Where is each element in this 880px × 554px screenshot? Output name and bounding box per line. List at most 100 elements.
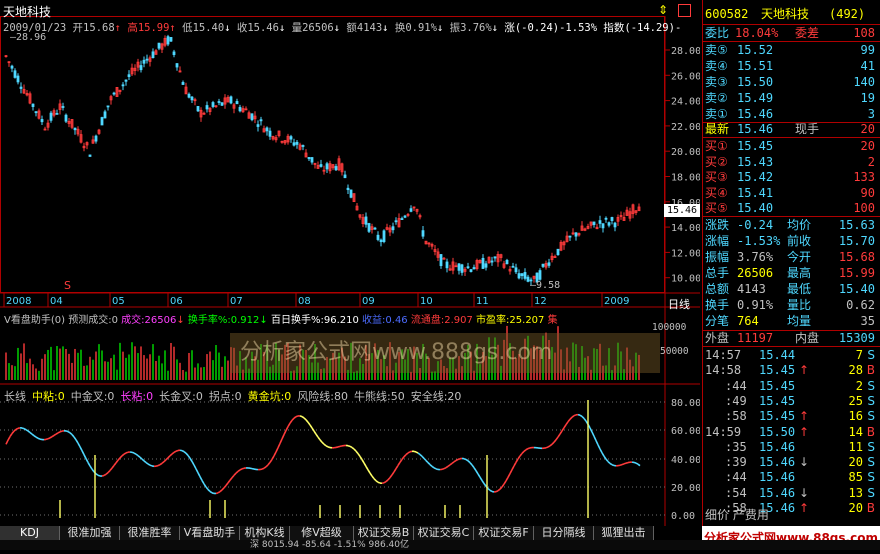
vol-axis-top: 100000	[652, 322, 686, 333]
indicator-line-segment	[108, 471, 110, 473]
candle-body	[374, 228, 376, 229]
outer-value: 11197	[737, 330, 773, 346]
indicator-line-segment	[68, 432, 70, 433]
candle-body	[422, 231, 424, 237]
indicator-line-segment	[384, 482, 386, 483]
indicator-tab[interactable]: 修V超级MACD	[290, 526, 354, 540]
indicator-line-segment	[110, 468, 112, 470]
outer-inner-row: 外盘 11197 内盘 15309	[703, 330, 879, 346]
indicator-line-segment	[220, 490, 222, 492]
candle-body	[20, 87, 22, 88]
sell-signal-marker: S	[64, 279, 71, 292]
last-value: 15.46	[737, 121, 773, 137]
indicator-line-segment	[352, 447, 354, 449]
indicator-legend-item: 长金叉:0	[159, 390, 203, 403]
indicator-tab[interactable]: 权证交易B	[354, 526, 414, 540]
indicator-line-segment	[414, 451, 416, 452]
indicator-axis-label: 80.00	[671, 398, 700, 409]
tick-volume: 7	[856, 347, 863, 363]
kline-chart-area[interactable]: 28.0026.0024.0022.0020.0018.0016.0014.00…	[0, 0, 700, 526]
indicator-line-segment	[122, 454, 124, 456]
quote-footer: 细价 产费用	[705, 506, 769, 523]
indicator-tab[interactable]: 很准加强	[60, 526, 120, 540]
indicator-line-segment	[308, 422, 310, 425]
buy-level-label: 买⑤	[705, 200, 728, 216]
indicator-line-segment	[32, 434, 34, 436]
vol-panel-title: V看盘助手(0)	[4, 315, 65, 326]
indicator-tab[interactable]: 狐狸出击	[594, 526, 654, 540]
sell-price: 15.46	[737, 106, 773, 122]
tick-side: S	[867, 408, 875, 424]
candle-body	[230, 97, 232, 103]
tick-side: S	[867, 439, 875, 455]
indicator-line-segment	[84, 455, 86, 459]
high-value: 15.99	[138, 22, 170, 34]
stat-row: 涨跌-0.24均价15.63	[703, 217, 879, 233]
indicator-line-segment	[162, 462, 164, 464]
period-label[interactable]: 日线	[668, 296, 690, 312]
indicator-line-segment	[402, 457, 404, 460]
stat-label: 均量	[787, 313, 811, 329]
indicator-line-segment	[138, 456, 140, 458]
indicator-line-segment	[274, 452, 276, 456]
weibi-value: 18.04%	[735, 25, 778, 41]
indicator-line-segment	[490, 490, 492, 491]
candle-body	[11, 66, 13, 68]
indicator-line-segment	[552, 442, 554, 444]
indicator-line-segment	[236, 471, 238, 473]
target-icon[interactable]: ⇕	[658, 3, 668, 17]
indicator-line-segment	[86, 459, 88, 463]
close-box-icon[interactable]	[678, 4, 691, 17]
indicator-panel-header: 长线中粘:0中金叉:0长粘:0长金叉:0拐点:0黄金坑:0风险线:80牛熊线:5…	[4, 388, 467, 404]
indicator-tab[interactable]: 权证交易F	[474, 526, 534, 540]
stat-row: 总额4143最低15.40	[703, 281, 879, 297]
status-text: 深 8015.94 -85.64 -1.51% 986.40亿	[250, 540, 409, 550]
indicator-line-segment	[288, 423, 290, 426]
indicator-tab[interactable]: 很准胜率	[120, 526, 180, 540]
candle-body	[257, 125, 259, 127]
buy-level-label: 买②	[705, 154, 728, 170]
indicator-line-segment	[226, 483, 228, 486]
candle-body	[191, 97, 193, 100]
volume-panel-header: V看盘助手(0) 预测成交:0 成交:26506↓ 换手率%:0.912↓ 百日…	[4, 311, 558, 326]
indicator-tab[interactable]: KDJ	[0, 526, 60, 540]
candle-body	[404, 216, 406, 217]
vol-profit: 收益:0.46	[362, 315, 408, 326]
stat-label: 换手	[705, 297, 729, 313]
month-axis-label: 12	[534, 296, 547, 307]
indicator-tab[interactable]: V看盘助手	[180, 526, 240, 540]
stat-label: 总额	[705, 281, 729, 297]
indicator-line-segment	[356, 451, 358, 453]
tick-time: 14:57	[705, 347, 741, 363]
high-marker: —28.96	[10, 32, 46, 43]
tick-price: 15.46	[759, 439, 795, 455]
indicator-tab-bar: KDJ很准加强很准胜率V看盘助手机构K线修V超级MACD权证交易B权证交易C权证…	[0, 526, 700, 540]
indicator-tab[interactable]: 权证交易C	[414, 526, 474, 540]
indicator-tab[interactable]: 日分隔线	[534, 526, 594, 540]
indicator-line-segment	[316, 434, 318, 437]
indicator-line-segment	[52, 435, 54, 436]
indicator-line-segment	[634, 462, 636, 463]
stat-label: 涨幅	[705, 233, 729, 249]
indicator-line-segment	[436, 469, 438, 470]
indicator-line-segment	[78, 443, 80, 447]
amplitude-label: 振	[450, 22, 461, 34]
tick-row: :4415.4685S	[703, 469, 879, 485]
close-label: 收	[237, 22, 248, 34]
indicator-line-segment	[300, 416, 302, 417]
indicator-line-segment	[76, 440, 78, 443]
indicator-line-segment	[50, 437, 52, 438]
indicator-line-segment	[198, 473, 200, 477]
indicator-line-segment	[188, 455, 190, 458]
candle-body	[170, 37, 172, 41]
indicator-line-segment	[72, 435, 74, 437]
price-axis-label: 12.00	[671, 248, 700, 259]
indicator-line-segment	[404, 455, 406, 457]
indicator-tab[interactable]: 机构K线	[240, 526, 290, 540]
tick-side: B	[867, 500, 875, 516]
indicator-line-segment	[592, 432, 594, 436]
candle-body	[128, 75, 130, 77]
candle-body	[17, 76, 19, 82]
indicator-line-segment	[88, 462, 90, 466]
indicator-line-segment	[364, 463, 366, 466]
